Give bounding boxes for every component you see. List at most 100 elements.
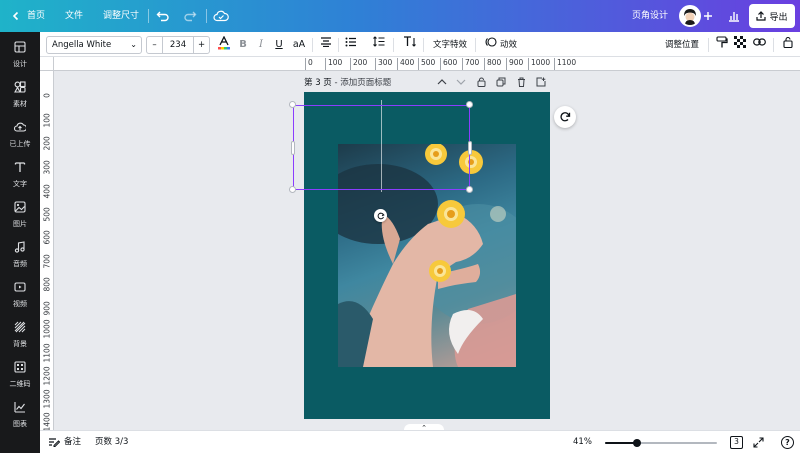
chevron-down-icon[interactable] bbox=[454, 75, 468, 89]
redo-icon[interactable] bbox=[182, 8, 198, 24]
sidebar-item-label: 视频 bbox=[13, 300, 27, 308]
font-size-input[interactable]: 234 bbox=[163, 37, 193, 53]
sidebar-item-background[interactable]: 背景 bbox=[0, 314, 40, 354]
ruler-tick: 1100 bbox=[42, 343, 52, 363]
rotate-icon[interactable] bbox=[374, 209, 387, 222]
page-title[interactable]: 第 3 页 - 添加页面标题 bbox=[304, 76, 391, 88]
resize-handle-top-right[interactable] bbox=[466, 101, 473, 108]
export-button[interactable]: 导出 bbox=[749, 4, 795, 28]
font-family-select[interactable]: Angella White ⌄ bbox=[46, 36, 142, 54]
text-selection-box[interactable] bbox=[293, 105, 470, 190]
fullscreen-icon[interactable] bbox=[753, 431, 764, 453]
export-label: 导出 bbox=[769, 12, 788, 23]
page-counter[interactable]: 页数 3/3 bbox=[95, 431, 128, 453]
text-orientation-icon bbox=[403, 36, 416, 47]
ruler-corner bbox=[40, 57, 54, 71]
sidebar-item-label: 背景 bbox=[13, 340, 27, 348]
pages-grid-button[interactable]: 3 bbox=[730, 436, 743, 449]
text-effects-button[interactable]: 文字特效 bbox=[433, 36, 467, 54]
bold-button[interactable]: B bbox=[236, 36, 250, 54]
sidebar-item-uploads[interactable]: 已上传 bbox=[0, 114, 40, 154]
ruler-tick: 400 bbox=[42, 184, 52, 199]
resize-handle-bottom-right[interactable] bbox=[466, 186, 473, 193]
resize-handle-left[interactable] bbox=[291, 141, 295, 155]
avatar[interactable] bbox=[679, 5, 701, 27]
photo-icon bbox=[14, 201, 26, 213]
underline-button[interactable]: U bbox=[272, 36, 286, 54]
link-icon[interactable] bbox=[752, 36, 766, 54]
divider bbox=[423, 38, 424, 52]
trash-icon[interactable] bbox=[514, 75, 528, 89]
copy-style-icon[interactable] bbox=[715, 36, 729, 54]
notes-button[interactable]: 备注 bbox=[64, 431, 81, 453]
add-page-icon[interactable] bbox=[534, 75, 548, 89]
sidebar-item-label: 图片 bbox=[13, 220, 27, 228]
refresh-icon[interactable] bbox=[554, 106, 576, 128]
video-icon bbox=[14, 282, 26, 292]
chevron-up-icon[interactable] bbox=[435, 75, 449, 89]
chevron-left-icon[interactable] bbox=[8, 8, 24, 24]
sidebar-item-qrcode[interactable]: 二维码 bbox=[0, 354, 40, 394]
list-button[interactable] bbox=[344, 36, 358, 54]
ruler-tick: 200 bbox=[42, 136, 52, 151]
lock-icon[interactable] bbox=[474, 75, 488, 89]
elements-icon bbox=[14, 81, 26, 93]
font-size-stepper[interactable]: – 234 + bbox=[146, 36, 210, 54]
animate-button[interactable]: 动效 bbox=[500, 36, 517, 54]
position-button[interactable]: 调整位置 bbox=[665, 36, 699, 54]
line-spacing-icon bbox=[373, 36, 385, 47]
spacing-button[interactable] bbox=[372, 36, 386, 54]
sidebar-item-label: 音频 bbox=[13, 260, 27, 268]
sidebar-item-audio[interactable]: 音频 bbox=[0, 234, 40, 274]
text-color-icon bbox=[218, 35, 230, 50]
upload-icon bbox=[756, 11, 767, 21]
duplicate-page-icon[interactable] bbox=[494, 75, 508, 89]
resize-handle-right[interactable] bbox=[468, 141, 472, 155]
text-color-button[interactable] bbox=[216, 35, 232, 54]
page-title-placeholder[interactable]: - 添加页面标题 bbox=[335, 78, 392, 88]
home-button[interactable]: 首页 bbox=[27, 0, 45, 32]
divider bbox=[206, 9, 207, 23]
ruler-tick: 1300 bbox=[42, 389, 52, 409]
align-center-button[interactable] bbox=[319, 36, 333, 54]
ruler-tick: 400 bbox=[397, 58, 414, 70]
divider bbox=[312, 38, 313, 52]
add-collaborator-icon[interactable] bbox=[700, 8, 716, 24]
zoom-level[interactable]: 41% bbox=[573, 431, 592, 453]
resize-handle-top-left[interactable] bbox=[289, 101, 296, 108]
undo-icon[interactable] bbox=[155, 8, 171, 24]
italic-button[interactable]: I bbox=[255, 36, 267, 54]
ruler-tick: 300 bbox=[375, 58, 392, 70]
transparency-icon[interactable] bbox=[733, 36, 747, 54]
sidebar-item-label: 素材 bbox=[13, 100, 27, 108]
insights-icon[interactable] bbox=[726, 8, 742, 24]
zoom-slider[interactable] bbox=[605, 439, 717, 447]
sidebar-item-charts[interactable]: 图表 bbox=[0, 394, 40, 434]
vertical-ruler[interactable]: 0 100 200 300 400 500 600 700 800 900 10… bbox=[40, 71, 54, 430]
sidebar-item-photos[interactable]: 图片 bbox=[0, 194, 40, 234]
sidebar-item-label: 二维码 bbox=[9, 380, 31, 388]
zoom-slider-handle[interactable] bbox=[633, 439, 641, 447]
divider bbox=[708, 38, 709, 52]
resize-handle-bottom-left[interactable] bbox=[289, 186, 296, 193]
ruler-tick: 700 bbox=[42, 254, 52, 269]
sidebar-item-video[interactable]: 视频 bbox=[0, 274, 40, 314]
lock-icon[interactable] bbox=[781, 36, 795, 54]
file-menu[interactable]: 文件 bbox=[65, 0, 83, 32]
sidebar-item-design[interactable]: 设计 bbox=[0, 34, 40, 74]
notes-icon[interactable] bbox=[48, 431, 61, 453]
ruler-tick: 1400 bbox=[42, 412, 52, 430]
sidebar-item-text[interactable]: 文字 bbox=[0, 154, 40, 194]
increase-font-size-button[interactable]: + bbox=[193, 37, 209, 53]
animate-icon[interactable] bbox=[484, 36, 498, 54]
letter-case-button[interactable]: aA bbox=[291, 36, 307, 54]
decrease-font-size-button[interactable]: – bbox=[147, 37, 163, 53]
resize-button[interactable]: 调整尺寸 bbox=[103, 0, 139, 32]
horizontal-ruler[interactable]: 0 100 200 300 400 500 600 700 800 900 10… bbox=[54, 57, 800, 71]
divider bbox=[773, 38, 774, 52]
design-title[interactable]: 页角设计 bbox=[632, 0, 668, 32]
help-button[interactable]: ? bbox=[781, 436, 794, 449]
cloud-sync-icon[interactable] bbox=[213, 8, 229, 24]
sidebar-item-elements[interactable]: 素材 bbox=[0, 74, 40, 114]
vertical-text-button[interactable] bbox=[401, 36, 417, 54]
